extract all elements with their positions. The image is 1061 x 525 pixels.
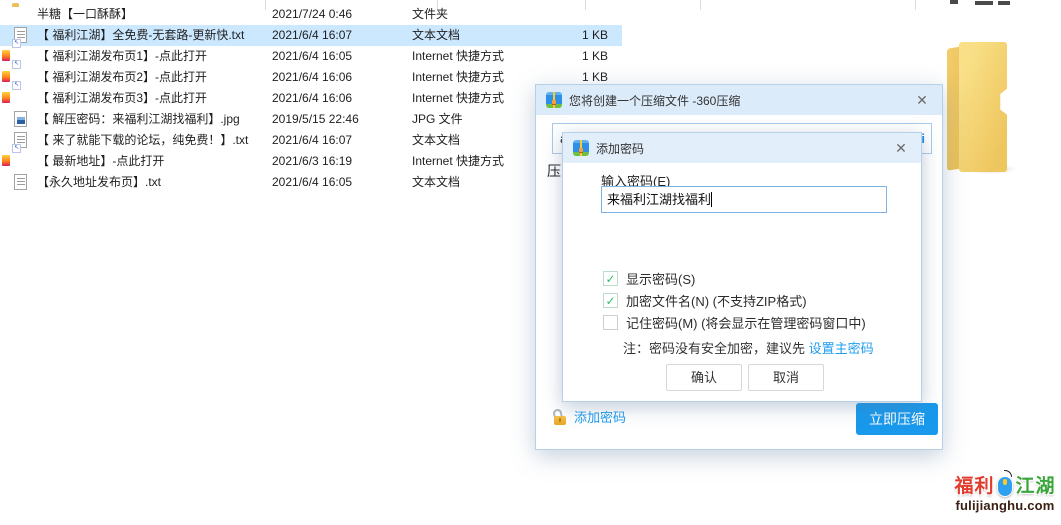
file-name: 【永久地址发布页】.txt — [37, 172, 161, 193]
file-type: Internet 快捷方式 — [412, 46, 504, 67]
file-type: Internet 快捷方式 — [412, 67, 504, 88]
add-password-dialog: 添加密码 ✕ 输入密码(E) 来福利江湖找福利 ✓ 显示密码(S) ✓ 加密文件… — [562, 132, 922, 402]
desktop-explorer-view: 半糖【一口酥酥】 2021/7/24 0:46 文件夹 【 福利江湖】全免费-无… — [0, 0, 1061, 525]
folder-front — [959, 42, 1007, 172]
logo-text-part1: 福利 — [954, 471, 994, 498]
column-divider — [915, 0, 916, 10]
text-file-icon — [14, 174, 27, 190]
file-name: 【 福利江湖发布页1】-点此打开 — [37, 46, 207, 67]
site-logo: 福利 江湖 fulijianghu.com — [953, 468, 1057, 513]
checkbox-checked-icon[interactable]: ✓ — [603, 271, 618, 286]
checkbox-label: 记住密码(M) (将会显示在管理密码窗口中) — [626, 313, 866, 332]
checkbox-checked-icon[interactable]: ✓ — [603, 293, 618, 308]
360zip-icon — [573, 140, 589, 156]
file-date: 2021/6/4 16:05 — [272, 46, 352, 67]
file-type: 文本文档 — [412, 130, 460, 151]
dialog-titlebar: 添加密码 ✕ — [563, 133, 921, 163]
confirm-button[interactable]: 确认 — [666, 364, 742, 391]
file-name: 【 来了就能下载的论坛，纯免费！】.txt — [37, 130, 248, 151]
checkbox-show-password[interactable]: ✓ 显示密码(S) — [603, 269, 695, 288]
file-type: 文件夹 — [412, 4, 448, 25]
file-name: 【 福利江湖发布页3】-点此打开 — [37, 88, 207, 109]
checkbox-remember-password[interactable]: 记住密码(M) (将会显示在管理密码窗口中) — [603, 313, 866, 332]
cancel-button[interactable]: 取消 — [748, 364, 824, 391]
clipped-compress-label: 压 — [547, 161, 561, 181]
clipped-text-fragment — [998, 1, 1010, 5]
file-row[interactable]: 半糖【一口酥酥】 2021/7/24 0:46 文件夹 — [0, 4, 622, 25]
file-name: 【 福利江湖】全免费-无套路-更新快.txt — [37, 25, 244, 46]
password-security-note: 注：密码没有安全加密，建议先 设置主密码 — [623, 338, 874, 357]
file-date: 2021/6/4 16:07 — [272, 25, 352, 46]
checkbox-unchecked-icon[interactable] — [603, 315, 618, 330]
file-date: 2021/6/4 16:07 — [272, 130, 352, 151]
checkbox-encrypt-filenames[interactable]: ✓ 加密文件名(N) (不支持ZIP格式) — [603, 291, 807, 310]
file-date: 2021/7/24 0:46 — [272, 4, 352, 25]
checkbox-label: 加密文件名(N) (不支持ZIP格式) — [626, 291, 807, 310]
file-date: 2021/6/4 16:06 — [272, 88, 352, 109]
file-type: Internet 快捷方式 — [412, 151, 504, 172]
file-row[interactable]: 【永久地址发布页】.txt 2021/6/4 16:05 文本文档 — [0, 172, 622, 193]
file-row[interactable]: 【 福利江湖发布页1】-点此打开 2021/6/4 16:05 Internet… — [0, 46, 622, 67]
clipped-text-fragment — [975, 1, 993, 5]
checkbox-label: 显示密码(S) — [626, 269, 695, 288]
file-name: 【 最新地址】-点此打开 — [37, 151, 164, 172]
file-type: 文本文档 — [412, 25, 460, 46]
text-cursor — [711, 192, 712, 207]
file-row-selected[interactable]: 【 福利江湖】全免费-无套路-更新快.txt 2021/6/4 16:07 文本… — [0, 25, 622, 46]
file-type: 文本文档 — [412, 172, 460, 193]
file-date: 2021/6/4 16:06 — [272, 67, 352, 88]
file-row[interactable]: 【 福利江湖发布页3】-点此打开 2021/6/4 16:06 Internet… — [0, 88, 622, 109]
logo-domain: fulijianghu.com — [953, 498, 1057, 513]
desktop-folder-icon[interactable] — [947, 42, 1007, 174]
file-name: 半糖【一口酥酥】 — [37, 4, 133, 25]
password-input[interactable]: 来福利江湖找福利 — [601, 186, 887, 213]
set-master-password-link[interactable]: 设置主密码 — [809, 341, 874, 356]
file-date: 2019/5/15 22:46 — [272, 109, 359, 130]
clipped-text-fragment — [950, 0, 958, 4]
close-icon[interactable]: ✕ — [912, 90, 932, 110]
close-icon[interactable]: ✕ — [891, 138, 911, 158]
add-password-link[interactable]: 添加密码 — [552, 407, 626, 426]
column-divider — [700, 0, 701, 10]
360zip-icon — [546, 92, 562, 108]
file-size: 1 KB — [530, 25, 608, 46]
add-password-link-label: 添加密码 — [574, 407, 626, 426]
file-size: 1 KB — [530, 46, 608, 67]
file-date: 2021/6/4 16:05 — [272, 172, 352, 193]
file-list: 半糖【一口酥酥】 2021/7/24 0:46 文件夹 【 福利江湖】全免费-无… — [0, 4, 622, 193]
file-date: 2021/6/3 16:19 — [272, 151, 352, 172]
password-value: 来福利江湖找福利 — [607, 192, 711, 207]
file-name: 【 福利江湖发布页2】-点此打开 — [37, 67, 207, 88]
dialog-title: 您将创建一个压缩文件 -360压缩 — [569, 92, 740, 109]
logo-text-part2: 江湖 — [1016, 471, 1056, 498]
mouse-icon — [996, 471, 1015, 498]
file-type: JPG 文件 — [412, 109, 463, 130]
dialog-titlebar: 您将创建一个压缩文件 -360压缩 ✕ — [536, 85, 942, 115]
file-name: 【 解压密码：来福利江湖找福利】.jpg — [37, 109, 240, 130]
file-type: Internet 快捷方式 — [412, 88, 504, 109]
file-row[interactable]: 【 来了就能下载的论坛，纯免费！】.txt 2021/6/4 16:07 文本文… — [0, 130, 622, 151]
file-row[interactable]: 【 福利江湖发布页2】-点此打开 2021/6/4 16:06 Internet… — [0, 67, 622, 88]
dialog-title: 添加密码 — [596, 140, 644, 157]
note-text: 注：密码没有安全加密，建议先 — [623, 341, 809, 356]
jpg-file-icon — [14, 111, 27, 127]
file-row[interactable]: 【 最新地址】-点此打开 2021/6/3 16:19 Internet 快捷方… — [0, 151, 622, 172]
file-row[interactable]: 【 解压密码：来福利江湖找福利】.jpg 2019/5/15 22:46 JPG… — [0, 109, 622, 130]
lock-icon — [552, 409, 568, 425]
compress-now-button[interactable]: 立即压缩 — [856, 403, 938, 435]
